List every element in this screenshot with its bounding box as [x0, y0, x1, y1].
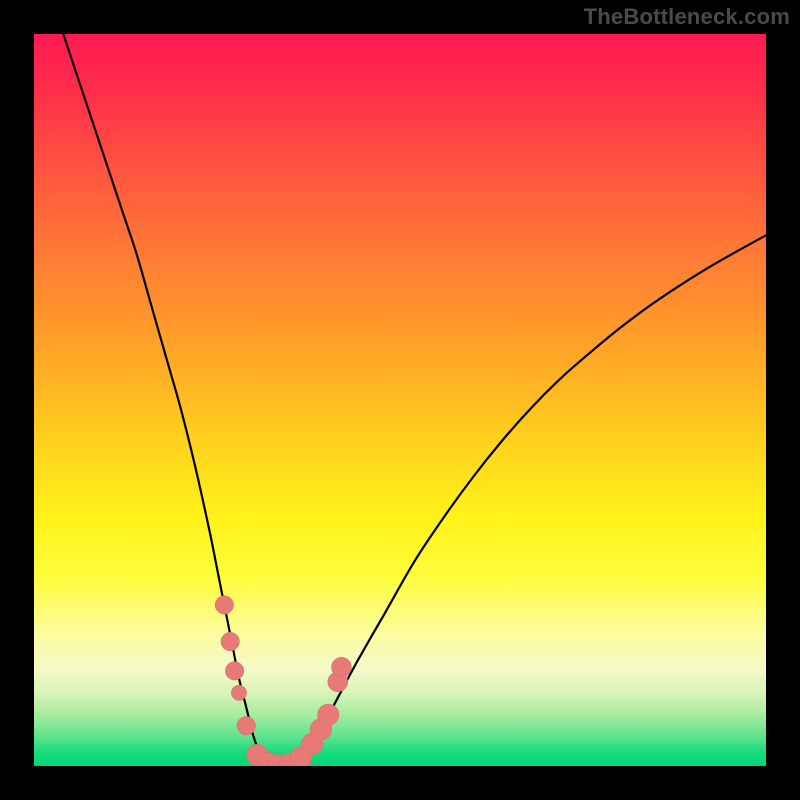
marker-dot — [237, 717, 255, 735]
marker-dot — [215, 596, 233, 614]
plot-area — [34, 34, 766, 766]
chart-frame: TheBottleneck.com — [0, 0, 800, 800]
highlight-dots — [215, 596, 351, 766]
marker-dot — [231, 685, 246, 700]
bottleneck-curve — [63, 34, 766, 766]
marker-dot — [318, 704, 340, 726]
marker-dot — [331, 657, 351, 677]
curve-layer — [34, 34, 766, 766]
marker-dot — [225, 662, 243, 680]
marker-dot — [221, 632, 239, 650]
watermark-text: TheBottleneck.com — [584, 4, 790, 30]
